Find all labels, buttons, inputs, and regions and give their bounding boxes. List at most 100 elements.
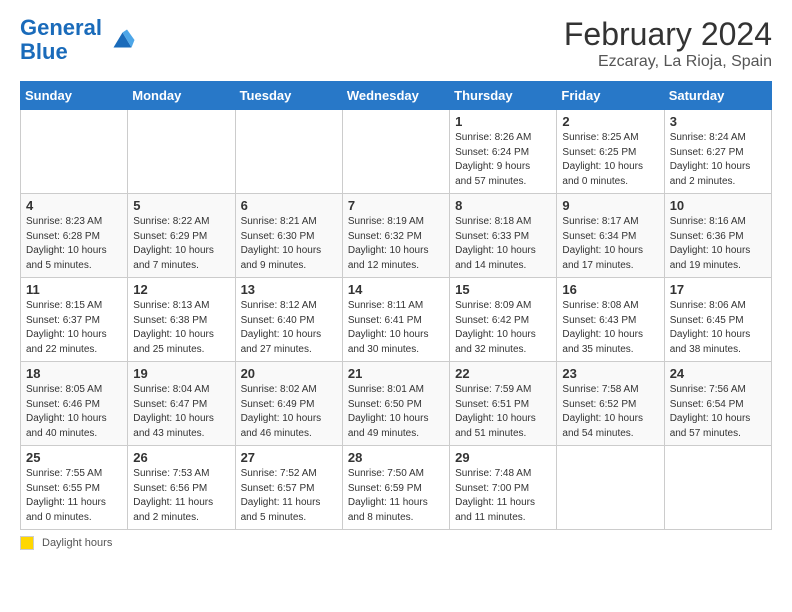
footer-legend: Daylight hours	[20, 536, 112, 550]
week-row-5: 25 Sunrise: 7:55 AM Sunset: 6:55 PM Dayli…	[21, 446, 772, 530]
day-number: 24	[670, 366, 766, 381]
day-info: Sunrise: 8:16 AM Sunset: 6:36 PM Dayligh…	[670, 215, 766, 273]
week-row-4: 18 Sunrise: 8:05 AM Sunset: 6:46 PM Dayli…	[21, 362, 772, 446]
day-info: Sunrise: 8:22 AM Sunset: 6:29 PM Dayligh…	[133, 215, 229, 273]
logo-text: General Blue	[20, 16, 102, 64]
day-number: 19	[133, 366, 229, 381]
day-number: 18	[26, 366, 122, 381]
page-header: General Blue February 2024 Ezcaray, La R…	[20, 16, 772, 71]
calendar-cell: 9 Sunrise: 8:17 AM Sunset: 6:34 PM Daylig…	[557, 194, 664, 278]
calendar-cell: 28 Sunrise: 7:50 AM Sunset: 6:59 PM Dayli…	[342, 446, 449, 530]
calendar-cell: 8 Sunrise: 8:18 AM Sunset: 6:33 PM Daylig…	[450, 194, 557, 278]
day-number: 17	[670, 282, 766, 297]
column-header-thursday: Thursday	[450, 82, 557, 110]
calendar-cell: 15 Sunrise: 8:09 AM Sunset: 6:42 PM Dayli…	[450, 278, 557, 362]
calendar-cell: 3Sunrise: 8:24 AM Sunset: 6:27 PM Daylig…	[664, 110, 771, 194]
calendar-footer: Daylight hours	[20, 536, 772, 550]
calendar-cell: 29Sunrise: 7:48 AM Sunset: 7:00 PM Dayli…	[450, 446, 557, 530]
calendar-cell: 13 Sunrise: 8:12 AM Sunset: 6:40 PM Dayli…	[235, 278, 342, 362]
day-info: Sunrise: 8:21 AM Sunset: 6:30 PM Dayligh…	[241, 215, 337, 273]
day-number: 14	[348, 282, 444, 297]
day-info: Sunrise: 7:59 AM Sunset: 6:51 PM Dayligh…	[455, 383, 551, 441]
calendar-cell: 25 Sunrise: 7:55 AM Sunset: 6:55 PM Dayli…	[21, 446, 128, 530]
day-number: 28	[348, 450, 444, 465]
day-number: 15	[455, 282, 551, 297]
legend-box	[20, 536, 34, 550]
day-number: 21	[348, 366, 444, 381]
logo-icon	[106, 25, 136, 55]
day-info: Sunrise: 7:50 AM Sunset: 6:59 PM Dayligh…	[348, 467, 444, 525]
calendar-cell: 12 Sunrise: 8:13 AM Sunset: 6:38 PM Dayli…	[128, 278, 235, 362]
day-info: Sunrise: 7:52 AM Sunset: 6:57 PM Dayligh…	[241, 467, 337, 525]
calendar-cell	[342, 110, 449, 194]
day-number: 4	[26, 198, 122, 213]
day-number: 25	[26, 450, 122, 465]
calendar-cell	[128, 110, 235, 194]
calendar-cell: 23 Sunrise: 7:58 AM Sunset: 6:52 PM Dayli…	[557, 362, 664, 446]
column-header-saturday: Saturday	[664, 82, 771, 110]
calendar-cell: 19Sunrise: 8:04 AM Sunset: 6:47 PM Dayli…	[128, 362, 235, 446]
title-block: February 2024 Ezcaray, La Rioja, Spain	[564, 16, 772, 71]
calendar-cell: 17 Sunrise: 8:06 AM Sunset: 6:45 PM Dayli…	[664, 278, 771, 362]
week-row-2: 4 Sunrise: 8:23 AM Sunset: 6:28 PM Daylig…	[21, 194, 772, 278]
column-header-friday: Friday	[557, 82, 664, 110]
column-header-sunday: Sunday	[21, 82, 128, 110]
day-info: Sunrise: 8:05 AM Sunset: 6:46 PM Dayligh…	[26, 383, 122, 441]
day-info: Sunrise: 7:58 AM Sunset: 6:52 PM Dayligh…	[562, 383, 658, 441]
calendar-cell: 11Sunrise: 8:15 AM Sunset: 6:37 PM Dayli…	[21, 278, 128, 362]
calendar-cell: 1Sunrise: 8:26 AM Sunset: 6:24 PM Daylig…	[450, 110, 557, 194]
day-number: 9	[562, 198, 658, 213]
day-number: 8	[455, 198, 551, 213]
day-info: Sunrise: 8:23 AM Sunset: 6:28 PM Dayligh…	[26, 215, 122, 273]
calendar-cell: 18 Sunrise: 8:05 AM Sunset: 6:46 PM Dayli…	[21, 362, 128, 446]
day-info: Sunrise: 8:06 AM Sunset: 6:45 PM Dayligh…	[670, 299, 766, 357]
day-number: 12	[133, 282, 229, 297]
day-number: 27	[241, 450, 337, 465]
week-row-1: 1Sunrise: 8:26 AM Sunset: 6:24 PM Daylig…	[21, 110, 772, 194]
column-header-wednesday: Wednesday	[342, 82, 449, 110]
week-row-3: 11Sunrise: 8:15 AM Sunset: 6:37 PM Dayli…	[21, 278, 772, 362]
day-info: Sunrise: 8:09 AM Sunset: 6:42 PM Dayligh…	[455, 299, 551, 357]
legend-label: Daylight hours	[42, 537, 112, 549]
day-number: 23	[562, 366, 658, 381]
day-info: Sunrise: 8:01 AM Sunset: 6:50 PM Dayligh…	[348, 383, 444, 441]
day-info: Sunrise: 8:24 AM Sunset: 6:27 PM Dayligh…	[670, 131, 766, 189]
calendar-cell	[664, 446, 771, 530]
calendar-table: SundayMondayTuesdayWednesdayThursdayFrid…	[20, 81, 772, 530]
day-info: Sunrise: 8:11 AM Sunset: 6:41 PM Dayligh…	[348, 299, 444, 357]
calendar-cell: 2Sunrise: 8:25 AM Sunset: 6:25 PM Daylig…	[557, 110, 664, 194]
day-info: Sunrise: 7:56 AM Sunset: 6:54 PM Dayligh…	[670, 383, 766, 441]
day-number: 16	[562, 282, 658, 297]
day-info: Sunrise: 8:15 AM Sunset: 6:37 PM Dayligh…	[26, 299, 122, 357]
day-number: 5	[133, 198, 229, 213]
day-info: Sunrise: 8:19 AM Sunset: 6:32 PM Dayligh…	[348, 215, 444, 273]
day-info: Sunrise: 8:17 AM Sunset: 6:34 PM Dayligh…	[562, 215, 658, 273]
day-info: Sunrise: 7:55 AM Sunset: 6:55 PM Dayligh…	[26, 467, 122, 525]
calendar-header-row: SundayMondayTuesdayWednesdayThursdayFrid…	[21, 82, 772, 110]
day-number: 13	[241, 282, 337, 297]
day-info: Sunrise: 7:48 AM Sunset: 7:00 PM Dayligh…	[455, 467, 551, 525]
day-number: 6	[241, 198, 337, 213]
logo: General Blue	[20, 16, 136, 64]
day-info: Sunrise: 8:12 AM Sunset: 6:40 PM Dayligh…	[241, 299, 337, 357]
day-info: Sunrise: 8:13 AM Sunset: 6:38 PM Dayligh…	[133, 299, 229, 357]
day-number: 2	[562, 114, 658, 129]
calendar-cell	[557, 446, 664, 530]
day-info: Sunrise: 8:02 AM Sunset: 6:49 PM Dayligh…	[241, 383, 337, 441]
calendar-cell: 21 Sunrise: 8:01 AM Sunset: 6:50 PM Dayli…	[342, 362, 449, 446]
calendar-cell: 5 Sunrise: 8:22 AM Sunset: 6:29 PM Daylig…	[128, 194, 235, 278]
day-number: 26	[133, 450, 229, 465]
column-header-monday: Monday	[128, 82, 235, 110]
calendar-cell: 26Sunrise: 7:53 AM Sunset: 6:56 PM Dayli…	[128, 446, 235, 530]
column-header-tuesday: Tuesday	[235, 82, 342, 110]
day-number: 7	[348, 198, 444, 213]
calendar-cell: 14 Sunrise: 8:11 AM Sunset: 6:41 PM Dayli…	[342, 278, 449, 362]
calendar-cell: 7 Sunrise: 8:19 AM Sunset: 6:32 PM Daylig…	[342, 194, 449, 278]
location-title: Ezcaray, La Rioja, Spain	[564, 53, 772, 71]
calendar-cell: 24 Sunrise: 7:56 AM Sunset: 6:54 PM Dayli…	[664, 362, 771, 446]
calendar-cell: 16Sunrise: 8:08 AM Sunset: 6:43 PM Dayli…	[557, 278, 664, 362]
day-number: 20	[241, 366, 337, 381]
day-number: 22	[455, 366, 551, 381]
day-info: Sunrise: 8:18 AM Sunset: 6:33 PM Dayligh…	[455, 215, 551, 273]
calendar-cell: 20 Sunrise: 8:02 AM Sunset: 6:49 PM Dayli…	[235, 362, 342, 446]
